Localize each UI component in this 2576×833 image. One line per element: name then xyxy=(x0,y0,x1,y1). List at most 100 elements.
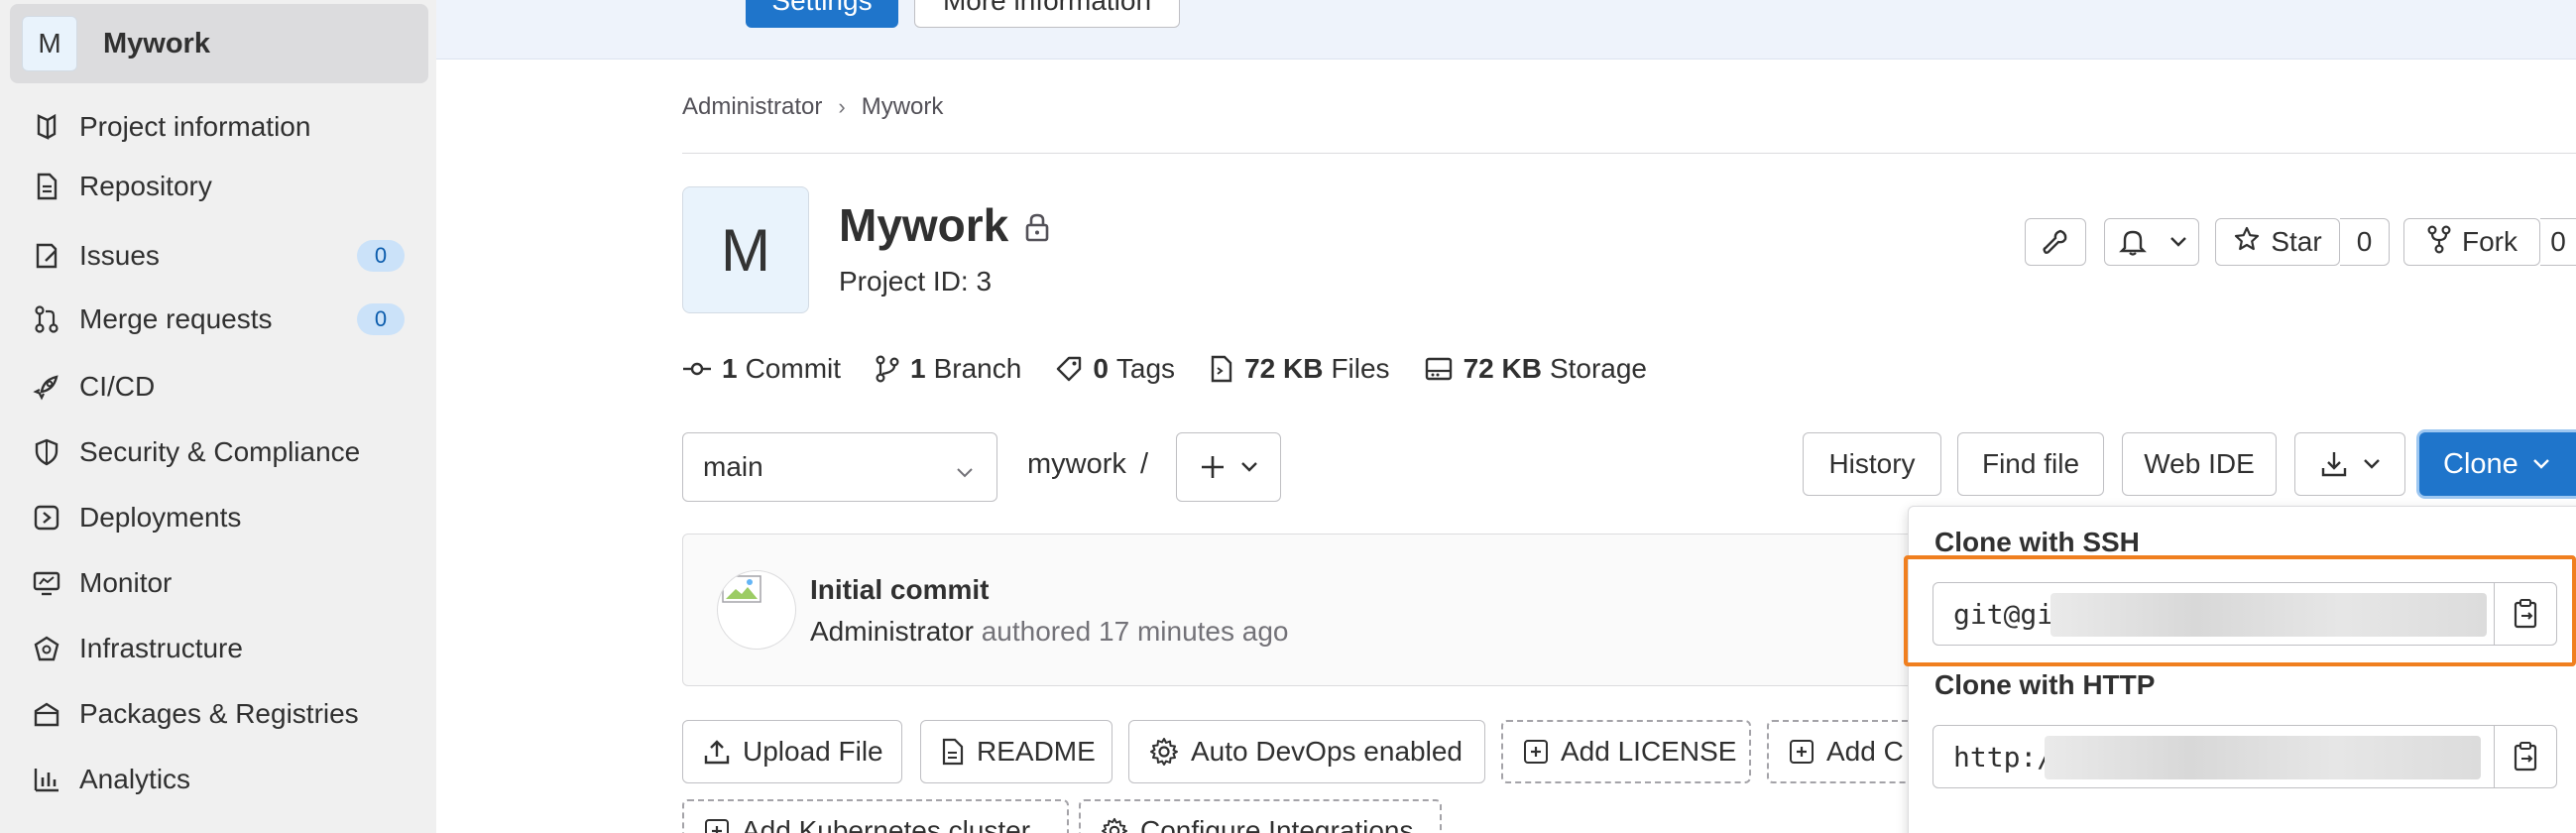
document-icon xyxy=(30,170,63,203)
web-ide-button[interactable]: Web IDE xyxy=(2122,432,2277,496)
sidebar-project-header[interactable]: M Mywork xyxy=(10,4,428,83)
sidebar-item-label: Packages & Registries xyxy=(79,698,359,729)
sidebar-item-infrastructure[interactable]: Infrastructure xyxy=(0,619,436,678)
project-avatar: M xyxy=(22,16,77,71)
clone-dropdown: Clone with SSH git@gi Clone with HTTP ht… xyxy=(1908,506,2576,833)
sidebar-item-deployments[interactable]: Deployments xyxy=(0,488,436,547)
find-file-button[interactable]: Find file xyxy=(1957,432,2104,496)
commit-author-avatar[interactable] xyxy=(717,570,796,650)
star-count[interactable]: 0 xyxy=(2340,218,2390,266)
clipboard-icon xyxy=(2514,742,2537,772)
add-license-button[interactable]: Add LICENSE xyxy=(1501,720,1751,783)
branch-name: main xyxy=(703,451,763,482)
project-title: Mywork xyxy=(839,199,1009,251)
sidebar-item-monitor[interactable]: Monitor xyxy=(0,553,436,613)
branch-selector[interactable]: main xyxy=(682,432,997,502)
fork-count[interactable]: 0 xyxy=(2540,218,2576,266)
sidebar-item-packages-registries[interactable]: Packages & Registries xyxy=(0,684,436,744)
stat-commits[interactable]: 1 Commit xyxy=(682,353,841,385)
clone-button[interactable]: Clone xyxy=(2419,432,2576,496)
sidebar: M Mywork Project information Repository … xyxy=(0,0,436,833)
file-icon xyxy=(1211,355,1232,383)
chevron-down-icon xyxy=(2161,219,2196,265)
clone-http-heading: Clone with HTTP xyxy=(1934,669,2156,700)
package-icon xyxy=(30,697,63,731)
readme-button[interactable]: README xyxy=(920,720,1112,783)
broken-image-icon xyxy=(722,575,761,603)
clone-ssh-heading: Clone with SSH xyxy=(1934,527,2140,557)
fork-button[interactable]: Fork xyxy=(2403,218,2540,266)
sidebar-item-label: Repository xyxy=(79,171,212,201)
breadcrumb-item-administrator[interactable]: Administrator xyxy=(682,93,822,121)
plus-icon xyxy=(1202,456,1224,478)
clone-http-value: http:/ xyxy=(1953,740,2054,774)
stat-files[interactable]: 72 KB Files xyxy=(1209,353,1390,385)
path-separator: / xyxy=(1140,448,1149,480)
clone-ssh-value: git@gi xyxy=(1953,597,2054,631)
copy-http-url-button[interactable] xyxy=(2494,725,2557,788)
sidebar-item-cicd[interactable]: CI/CD xyxy=(0,357,436,416)
wrench-icon xyxy=(2026,219,2085,265)
sidebar-item-merge-requests[interactable]: Merge requests 0 xyxy=(0,290,436,349)
add-to-tree-button[interactable] xyxy=(1176,432,1281,502)
storage-icon xyxy=(1425,357,1452,381)
history-button[interactable]: History xyxy=(1803,432,1941,496)
stat-tags[interactable]: 0 Tags xyxy=(1055,353,1175,385)
more-information-button[interactable]: More information xyxy=(914,0,1180,28)
sidebar-item-issues[interactable]: Issues 0 xyxy=(0,226,436,286)
clone-http-input[interactable]: http:/ xyxy=(1932,725,2496,788)
document-icon xyxy=(942,738,964,766)
alert-banner: Settings More information xyxy=(436,0,2576,60)
star-button[interactable]: Star xyxy=(2215,218,2340,266)
stat-storage[interactable]: 72 KB Storage xyxy=(1424,353,1647,385)
project-info-icon xyxy=(30,110,63,144)
redacted-url xyxy=(2045,736,2481,779)
settings-button[interactable]: Settings xyxy=(746,0,898,28)
sidebar-item-analytics[interactable]: Analytics xyxy=(0,750,436,809)
sidebar-item-label: Security & Compliance xyxy=(79,436,361,467)
clone-ssh-input[interactable]: git@gi xyxy=(1932,582,2496,646)
repo-path[interactable]: mywork xyxy=(1027,448,1126,481)
fork-label: Fork xyxy=(2462,226,2517,257)
admin-settings-button[interactable] xyxy=(2025,218,2086,266)
breadcrumb-item-mywork[interactable]: Mywork xyxy=(862,93,944,121)
stat-branches[interactable]: 1 Branch xyxy=(875,353,1021,385)
commit-time: authored 17 minutes ago xyxy=(973,616,1289,647)
stat-label: Files xyxy=(1331,353,1390,384)
chevron-down-icon xyxy=(2532,459,2549,469)
upload-file-button[interactable]: Upload File xyxy=(682,720,902,783)
clipboard-icon xyxy=(2514,599,2537,629)
sidebar-item-label: Monitor xyxy=(79,567,173,598)
monitor-icon xyxy=(30,566,63,600)
configure-integrations-button[interactable]: Configure Integrations xyxy=(1079,799,1442,833)
commit-icon xyxy=(683,362,711,376)
commit-title[interactable]: Initial commit xyxy=(810,574,989,606)
breadcrumb: Administrator › Mywork xyxy=(682,91,943,123)
sidebar-item-security-compliance[interactable]: Security & Compliance xyxy=(0,422,436,482)
fork-count-value: 0 xyxy=(2550,226,2566,257)
configure-integrations-label: Configure Integrations xyxy=(1140,815,1414,833)
upload-file-label: Upload File xyxy=(743,736,883,767)
add-kubernetes-cluster-button[interactable]: Add Kubernetes cluster xyxy=(682,799,1069,833)
shield-icon xyxy=(30,435,63,469)
copy-ssh-url-button[interactable] xyxy=(2494,582,2557,646)
stat-value: 1 xyxy=(910,353,926,384)
project-id: Project ID: 3 xyxy=(839,266,993,297)
bell-icon xyxy=(2105,219,2161,265)
sidebar-item-repository[interactable]: Repository xyxy=(0,157,436,216)
breadcrumb-separator: › xyxy=(838,94,846,119)
download-button[interactable] xyxy=(2294,432,2405,496)
add-license-label: Add LICENSE xyxy=(1561,736,1737,767)
cloud-icon xyxy=(30,632,63,665)
chevron-down-icon xyxy=(955,455,975,487)
notification-button[interactable] xyxy=(2104,218,2199,266)
stat-label: Storage xyxy=(1549,353,1648,384)
stat-value: 0 xyxy=(1093,353,1109,384)
sidebar-item-label: Deployments xyxy=(79,502,242,533)
commit-author[interactable]: Administrator xyxy=(810,616,974,647)
auto-devops-button[interactable]: Auto DevOps enabled xyxy=(1128,720,1485,783)
star-icon xyxy=(2233,225,2261,260)
plus-square-icon xyxy=(1790,740,1814,764)
sidebar-item-project-information[interactable]: Project information xyxy=(0,97,436,157)
issues-count-badge: 0 xyxy=(357,240,405,272)
